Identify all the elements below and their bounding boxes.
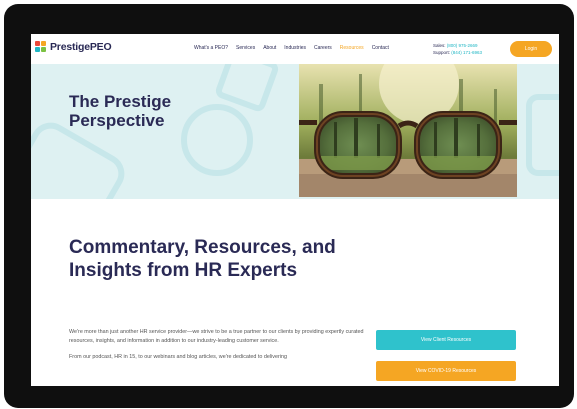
web-page: PrestigePEO What's a PEO? Services About… (31, 34, 559, 386)
sales-label: Sales: (433, 43, 446, 48)
support-label: Support: (433, 50, 451, 55)
body-text: We're more than just another HR service … (69, 328, 364, 369)
nav-item-about[interactable]: About (263, 45, 276, 51)
nav-links: What's a PEO? Services About Industries … (194, 45, 397, 51)
nav-item-careers[interactable]: Careers (314, 45, 332, 51)
section-headline: Commentary, Resources, and Insights from… (69, 237, 336, 281)
hero-glasses-image (299, 64, 517, 197)
intro-paragraph: We're more than just another HR service … (69, 329, 364, 344)
nav-item-resources[interactable]: Resources (340, 45, 364, 51)
prestige-peo-logo[interactable]: PrestigePEO (35, 41, 112, 53)
sales-number[interactable]: (800) 975-2669 (447, 43, 478, 48)
nav-item-services[interactable]: Services (236, 45, 255, 51)
logo-mark-icon (35, 41, 47, 53)
covid-resources-button[interactable]: View COVID-19 Resources (376, 361, 516, 381)
tablet-frame: PrestigePEO What's a PEO? Services About… (4, 4, 574, 408)
nav-item-industries[interactable]: Industries (284, 45, 306, 51)
client-resources-button[interactable]: View Client Resources (376, 330, 516, 350)
top-navigation: PrestigePEO What's a PEO? Services About… (31, 34, 559, 64)
hero-decor-right (526, 94, 559, 176)
nav-item-whats-a-peo[interactable]: What's a PEO? (194, 45, 228, 51)
hero-title: The Prestige Perspective (69, 92, 172, 130)
contact-info: Sales: (800) 975-2669 Support: (844) 171… (433, 42, 482, 56)
hero-banner: The Prestige Perspective (31, 64, 559, 199)
support-number[interactable]: (844) 171-6963 (451, 50, 482, 55)
nav-item-contact[interactable]: Contact (372, 45, 389, 51)
second-paragraph: From our podcast, HR in 15, to our webin… (69, 354, 287, 360)
login-button[interactable]: Login (510, 41, 552, 57)
logo-text: PrestigePEO (50, 41, 112, 53)
